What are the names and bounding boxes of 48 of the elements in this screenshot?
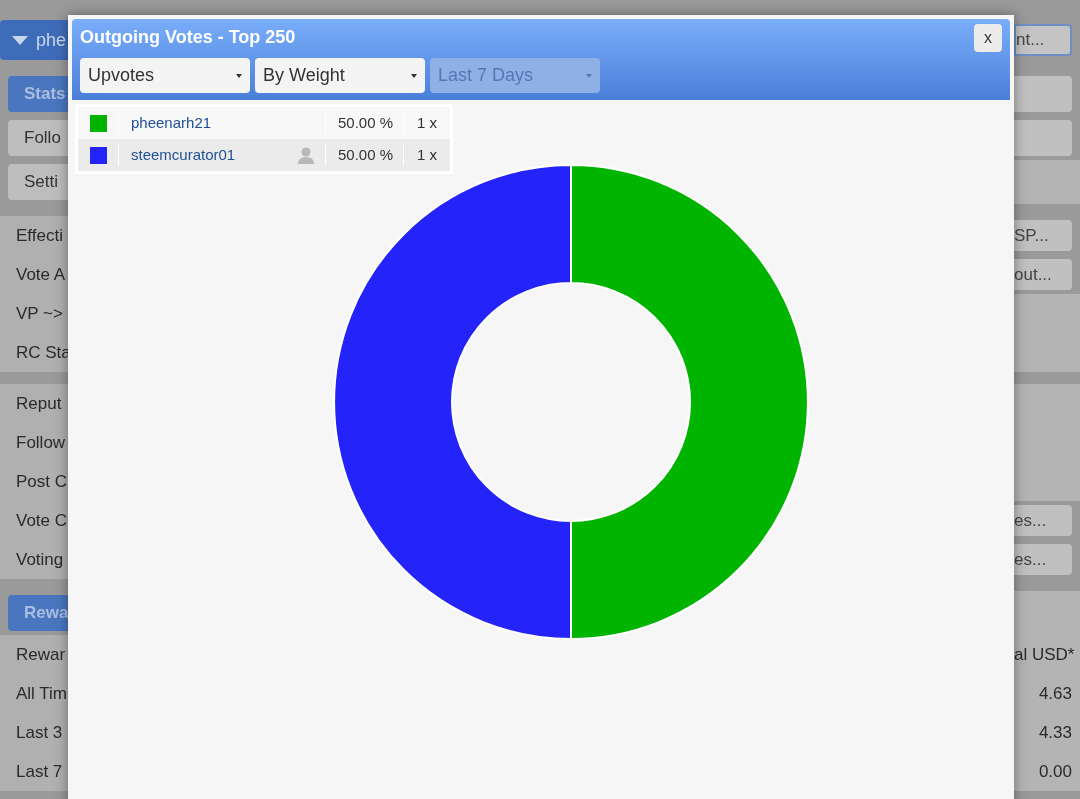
stat-label: Follow	[16, 431, 66, 454]
account-link[interactable]: steemcurator01	[131, 143, 236, 167]
row-background	[1014, 333, 1080, 372]
dropdown[interactable]: Upvotes	[80, 58, 250, 93]
person-icon[interactable]	[297, 146, 315, 164]
vote-count: 1 x	[417, 112, 437, 133]
row-background	[1014, 462, 1080, 501]
stat-label: VP ~>	[16, 302, 63, 325]
account-link[interactable]: pheenarh21	[131, 111, 212, 135]
vote-share: 50.00 %	[337, 144, 393, 165]
account-name: phe	[36, 28, 67, 52]
account-header[interactable]: phe	[0, 20, 68, 60]
close-button[interactable]: x	[974, 24, 1002, 52]
vote-count: 1 x	[417, 144, 437, 165]
stat-label: Vote C	[16, 509, 68, 532]
stat-label: Reput	[16, 392, 62, 415]
menu-button[interactable]: Setti	[8, 164, 68, 200]
stat-label: Rewar	[16, 643, 66, 666]
stat-label: Last 3	[16, 721, 63, 744]
stat-label: Voting	[16, 548, 64, 571]
action-button[interactable]: SP...	[1014, 220, 1072, 251]
caret-icon	[586, 73, 592, 78]
row-background	[1014, 384, 1080, 423]
stat-value: 4.63	[1038, 682, 1072, 705]
stat-label: All Tim	[16, 682, 67, 705]
stat-value: 0.00	[1038, 760, 1072, 783]
dialog-title: Outgoing Votes - Top 250	[80, 26, 296, 49]
row-background	[1014, 160, 1080, 204]
row-background	[1014, 294, 1080, 333]
action-button[interactable]: out...	[1014, 259, 1072, 290]
caret-icon	[236, 73, 242, 78]
action-button[interactable]	[1014, 76, 1072, 112]
stat-value: al USD*	[1014, 643, 1075, 666]
action-button[interactable]	[1014, 120, 1072, 156]
caret-icon	[12, 35, 28, 45]
stat-label: Vote A	[16, 263, 66, 286]
menu-button[interactable]: Follo	[8, 120, 68, 156]
stat-label: Post C	[16, 470, 68, 493]
vote-share: 50.00 %	[337, 112, 393, 133]
stat-label: Last 7	[16, 760, 63, 783]
caret-icon	[411, 73, 417, 78]
action-button[interactable]: es...	[1014, 544, 1072, 575]
stat-label: Effecti	[16, 224, 63, 247]
donut-slice[interactable]	[333, 164, 572, 640]
stat-value: 4.33	[1038, 721, 1072, 744]
dropdown[interactable]: By Weight	[255, 58, 425, 93]
action-button[interactable]: nt...	[1014, 24, 1072, 56]
action-button[interactable]: es...	[1014, 505, 1072, 536]
